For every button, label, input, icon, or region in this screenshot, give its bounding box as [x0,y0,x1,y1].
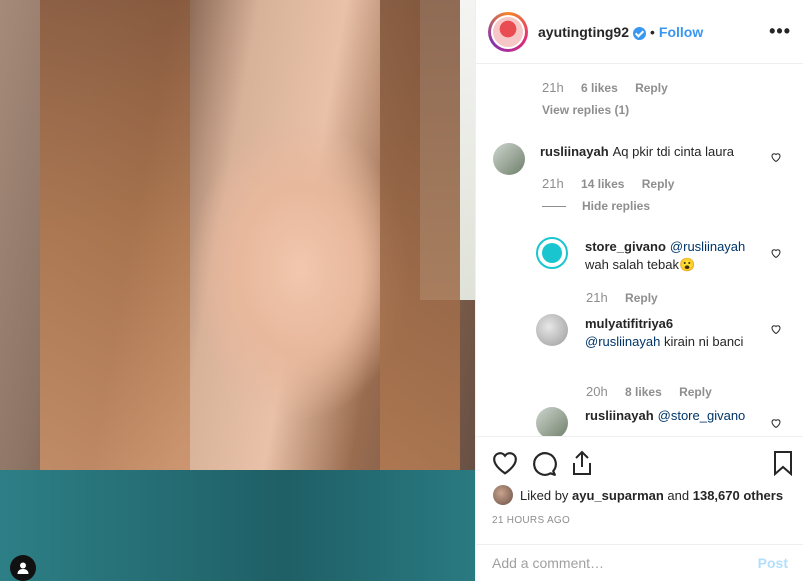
more-options-icon[interactable]: ••• [769,21,791,42]
reply-meta: 21h Reply [586,290,658,305]
like-heart-icon[interactable] [770,247,782,259]
reply-button[interactable]: Reply [625,291,658,305]
username-link[interactable]: ayutingting92 [538,24,629,40]
commenter-avatar[interactable] [493,143,525,175]
like-heart-icon[interactable] [770,417,782,429]
liker-avatar[interactable] [493,485,513,505]
add-comment-box: Add a comment… Post [476,544,803,581]
post-photo[interactable] [0,0,475,581]
reply-body: wah salah tebak😮 [585,257,696,272]
comment-input[interactable]: Add a comment… [492,555,604,571]
like-heart-icon[interactable] [770,323,782,335]
post-timestamp[interactable]: 21 HOURS AGO [492,515,570,526]
reply-username[interactable]: store_givano [585,239,666,254]
likes-summary: Liked by ayu_suparman and 138,670 others [493,485,783,505]
reply-text: mulyatifitriya6 @rusliinayah kirain ni b… [585,315,760,351]
separator-dot: • [650,23,655,40]
view-replies-button[interactable]: View replies (1) [542,103,629,117]
comment-icon[interactable] [531,451,557,477]
verified-badge-icon [633,27,647,40]
reply-avatar[interactable] [536,237,568,269]
comment-likes[interactable]: 8 likes [625,385,662,399]
hair-right [380,0,460,470]
commenter-username[interactable]: rusliinayah [540,144,609,159]
reply-avatar[interactable] [536,314,568,346]
mention-link[interactable]: @rusliinayah [670,239,745,254]
action-bar [476,436,803,476]
side-panel: ayutingting92 • Follow ••• 21h 6 likes R… [475,0,803,581]
reply-text: rusliinayah @store_givano [585,407,760,425]
comment-time[interactable]: 21h [542,80,564,95]
comment-body: Aq pkir tdi cinta laura [612,144,735,159]
reply-avatar[interactable] [536,407,568,436]
mention-link[interactable]: @rusliinayah [585,334,660,349]
likes-count-button[interactable]: 138,670 others [693,488,783,503]
profile-avatar[interactable] [488,11,528,52]
comment-likes[interactable]: 14 likes [581,177,624,191]
comment-meta: 21h 6 likes Reply [542,80,668,95]
post-button[interactable]: Post [758,555,788,571]
hide-replies-label[interactable]: Hide replies [582,199,650,213]
hide-replies-button[interactable]: Hide replies [542,199,650,213]
follow-button[interactable]: Follow [659,24,703,40]
reply-time[interactable]: 20h [586,384,608,399]
view-replies-label[interactable]: View replies (1) [542,103,629,117]
reply-time[interactable]: 21h [586,290,608,305]
mention-link[interactable]: @store_givano [658,408,746,423]
reply-meta: 20h 8 likes Reply [586,384,712,399]
comment-likes[interactable]: 6 likes [581,81,618,95]
comment-meta: 21h 14 likes Reply [542,176,674,191]
liker-username[interactable]: ayu_suparman [572,488,664,503]
reply-button[interactable]: Reply [635,81,668,95]
share-icon[interactable] [570,450,594,476]
reply-body: kirain ni banci [660,334,744,349]
comment-text: rusliinayah Aq pkir tdi cinta laura [540,143,760,161]
liked-middle: and [663,487,693,503]
like-icon[interactable] [492,451,518,475]
comment-time[interactable]: 21h [542,176,564,191]
user-tag-icon[interactable] [10,555,36,581]
like-heart-icon[interactable] [770,151,782,163]
reply-username[interactable]: mulyatifitriya6 [585,316,673,331]
shirt [0,470,475,581]
reply-username[interactable]: rusliinayah [585,408,654,423]
comments-list[interactable]: 21h 6 likes Reply View replies (1) rusli… [476,65,803,436]
bookmark-icon[interactable] [773,450,793,476]
reply-button[interactable]: Reply [679,385,712,399]
reply-text: store_givano @rusliinayah wah salah tebak… [585,238,760,274]
reply-button[interactable]: Reply [642,177,675,191]
liked-prefix: Liked by [520,487,573,503]
post-header: ayutingting92 • Follow ••• [476,0,803,64]
